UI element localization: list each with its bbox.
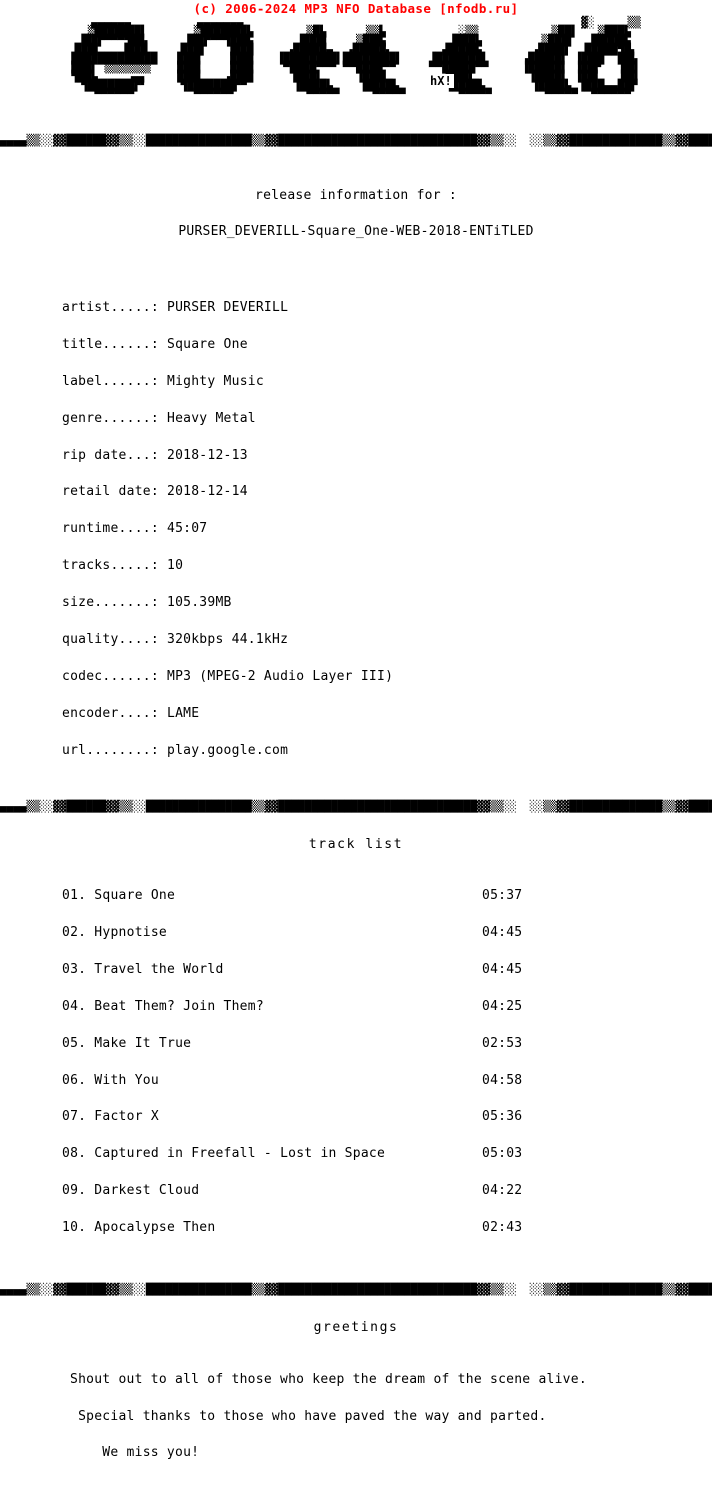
metadata-row-genre: genre......: Heavy Metal bbox=[62, 410, 712, 426]
metadata-value-tracks: 10 bbox=[167, 558, 184, 574]
track-label: 10. Apocalypse Then bbox=[62, 1220, 216, 1236]
metadata-row-rip-date: rip date...: 2018-12-13 bbox=[62, 447, 712, 463]
metadata-row-url: url........: play.google.com bbox=[62, 742, 712, 758]
metadata-row-title: title......: Square One bbox=[62, 336, 712, 352]
metadata-row-label: label......: Mighty Music bbox=[62, 373, 712, 389]
metadata-value-title: Square One bbox=[167, 336, 248, 352]
track-duration: 04:58 bbox=[482, 1072, 523, 1088]
track-row: 01. Square One 05:37 bbox=[62, 888, 582, 904]
track-duration: 04:45 bbox=[482, 925, 523, 941]
track-label: 03. Travel the World bbox=[62, 961, 224, 977]
track-duration: 05:03 bbox=[482, 1146, 523, 1162]
metadata-value-url: play.google.com bbox=[167, 742, 289, 758]
metadata-label-genre: genre......: bbox=[62, 410, 159, 426]
release-metadata-list: artist.....: PURSER DEVERILL title......… bbox=[0, 277, 712, 781]
track-duration: 04:25 bbox=[482, 998, 523, 1014]
metadata-value-codec: MP3 (MPEG-2 Audio Layer III) bbox=[167, 668, 394, 684]
release-info-label: release information for : bbox=[255, 187, 457, 203]
metadata-row-quality: quality....: 320kbps 44.1kHz bbox=[62, 631, 712, 647]
greetings-text: Shout out to all of those who keep the d… bbox=[0, 1349, 712, 1484]
metadata-label-title: title......: bbox=[62, 336, 159, 352]
track-row: 05. Make It True 02:53 bbox=[62, 1035, 582, 1051]
track-duration: 02:53 bbox=[482, 1035, 523, 1051]
metadata-row-runtime: runtime....: 45:07 bbox=[62, 521, 712, 537]
greetings-line: Shout out to all of those who keep the d… bbox=[70, 1371, 587, 1387]
track-list-caption: track list bbox=[308, 836, 404, 852]
greetings-line: Special thanks to those who have paved t… bbox=[70, 1408, 547, 1424]
track-label: 07. Factor X bbox=[62, 1109, 159, 1125]
metadata-row-size: size.......: 105.39MB bbox=[62, 595, 712, 611]
group-logo: ▄▄▄▄▄▄ ▄▄▄▄▄▄▄ ▓░ ▒▒ ▒███████▌ ▒███████▙… bbox=[0, 16, 712, 136]
metadata-label-quality: quality....: bbox=[62, 631, 159, 647]
metadata-label-tracks: tracks.....: bbox=[62, 558, 159, 574]
metadata-row-codec: codec......: MP3 (MPEG-2 Audio Layer III… bbox=[62, 668, 712, 684]
metadata-label-rip-date: rip date...: bbox=[62, 447, 159, 463]
release-name: PURSER_DEVERILL-Square_One-WEB-2018-ENTi… bbox=[178, 224, 534, 240]
track-row: 04. Beat Them? Join Them? 04:25 bbox=[62, 998, 582, 1014]
track-row: 02. Hypnotise 04:45 bbox=[62, 925, 582, 941]
track-list: 01. Square One 05:37 02. Hypnotise 04:45 0… bbox=[0, 866, 712, 1260]
metadata-row-encoder: encoder....: LAME bbox=[62, 705, 712, 721]
separator-bar-release-info: ▄▄▄▄▒▒░░▓▓██████▓▓▒▒░░████████████████▒▒… bbox=[0, 134, 712, 147]
track-duration: 05:37 bbox=[482, 888, 523, 904]
metadata-label-encoder: encoder....: bbox=[62, 705, 159, 721]
track-label: 02. Hypnotise bbox=[62, 925, 167, 941]
track-duration: 02:43 bbox=[482, 1220, 523, 1236]
track-duration: 05:36 bbox=[482, 1109, 523, 1125]
metadata-label-size: size.......: bbox=[62, 595, 159, 611]
track-row: 08. Captured in Freefall - Lost in Space… bbox=[62, 1146, 582, 1162]
track-duration: 04:22 bbox=[482, 1183, 523, 1199]
nfo-document: (c) 2006-2024 MP3 NFO Database [nfodb.ru… bbox=[0, 0, 712, 1484]
track-label: 01. Square One bbox=[62, 888, 176, 904]
metadata-label-runtime: runtime....: bbox=[62, 521, 159, 537]
greetings-line: We miss you! bbox=[70, 1445, 200, 1461]
metadata-value-genre: Heavy Metal bbox=[167, 410, 256, 426]
metadata-label-label: label......: bbox=[62, 373, 159, 389]
metadata-value-retail-date: 2018-12-14 bbox=[167, 484, 248, 500]
metadata-value-label: Mighty Music bbox=[167, 373, 264, 389]
metadata-value-quality: 320kbps 44.1kHz bbox=[167, 631, 289, 647]
track-label: 06. With You bbox=[62, 1072, 159, 1088]
separator-bar-greetings: ▄▄▄▄▒▒░░▓▓██████▓▓▒▒░░████████████████▒▒… bbox=[0, 1283, 712, 1297]
track-duration: 04:45 bbox=[482, 961, 523, 977]
track-label: 08. Captured in Freefall - Lost in Space bbox=[62, 1146, 386, 1162]
release-information-header: release information for : PURSER_DEVERIL… bbox=[0, 165, 712, 263]
track-label: 09. Darkest Cloud bbox=[62, 1183, 200, 1199]
metadata-label-artist: artist.....: bbox=[62, 299, 159, 315]
metadata-row-tracks: tracks.....: 10 bbox=[62, 558, 712, 574]
metadata-value-artist: PURSER DEVERILL bbox=[167, 299, 289, 315]
metadata-row-retail-date: retail date: 2018-12-14 bbox=[62, 484, 712, 500]
greetings-caption: greetings bbox=[313, 1320, 399, 1336]
track-row: 09. Darkest Cloud 04:22 bbox=[62, 1183, 582, 1199]
metadata-value-size: 105.39MB bbox=[167, 595, 232, 611]
track-row: 06. With You 04:58 bbox=[62, 1072, 582, 1088]
track-label: 05. Make It True bbox=[62, 1035, 192, 1051]
metadata-label-retail-date: retail date: bbox=[62, 484, 159, 500]
metadata-value-runtime: 45:07 bbox=[167, 521, 208, 537]
separator-bar-track-list: ▄▄▄▄▒▒░░▓▓██████▓▓▒▒░░████████████████▒▒… bbox=[0, 799, 712, 813]
track-label: 04. Beat Them? Join Them? bbox=[62, 998, 264, 1014]
metadata-label-url: url........: bbox=[62, 742, 159, 758]
track-row: 03. Travel the World 04:45 bbox=[62, 961, 582, 977]
metadata-label-codec: codec......: bbox=[62, 668, 159, 684]
logo-artist-signature: hX! bbox=[428, 74, 454, 88]
metadata-row-artist: artist.....: PURSER DEVERILL bbox=[62, 299, 712, 315]
metadata-value-encoder: LAME bbox=[167, 705, 200, 721]
track-row: 10. Apocalypse Then 02:43 bbox=[62, 1220, 582, 1236]
track-row: 07. Factor X 05:36 bbox=[62, 1109, 582, 1125]
metadata-value-rip-date: 2018-12-13 bbox=[167, 447, 248, 463]
group-logo-ascii-art: ▄▄▄▄▄▄ ▄▄▄▄▄▄▄ ▓░ ▒▒ ▒███████▌ ▒███████▙… bbox=[71, 16, 641, 101]
